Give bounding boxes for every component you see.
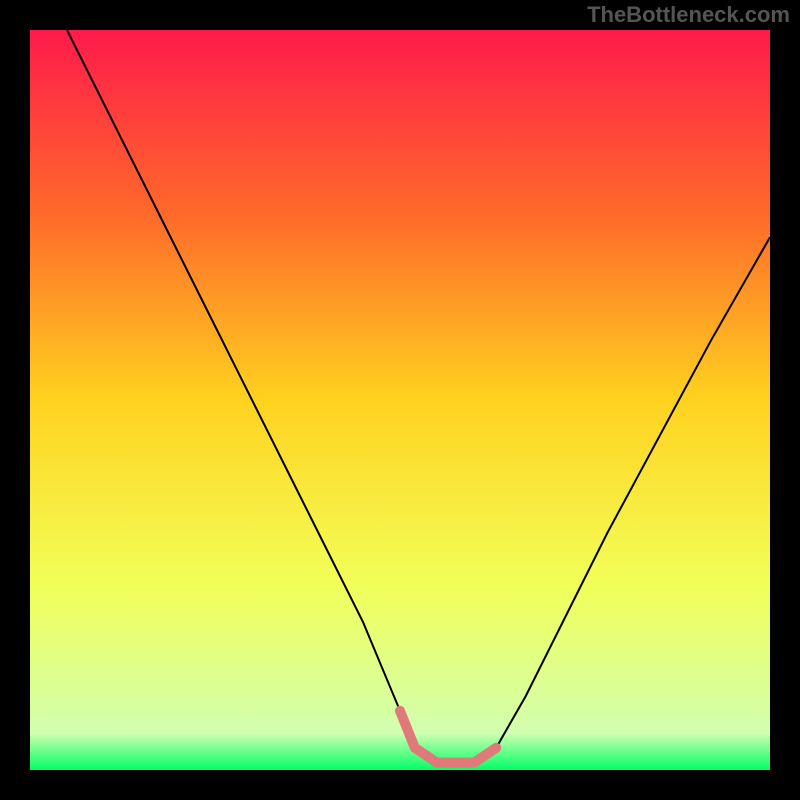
bottleneck-chart — [30, 30, 770, 770]
chart-background — [30, 30, 770, 770]
chart-svg — [30, 30, 770, 770]
watermark-text: TheBottleneck.com — [587, 2, 790, 28]
